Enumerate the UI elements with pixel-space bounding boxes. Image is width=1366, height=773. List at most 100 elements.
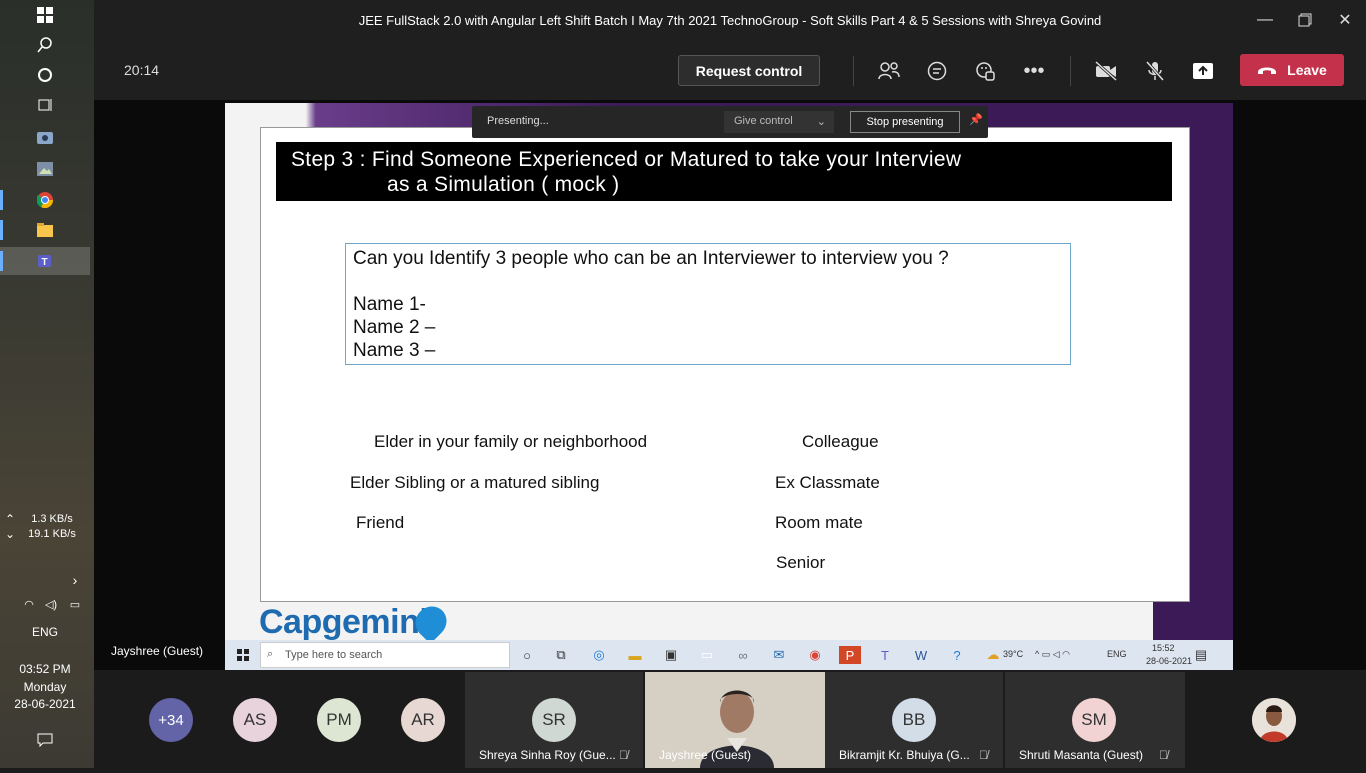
clock-time: 15:52 xyxy=(1152,643,1175,653)
chrome-icon: ◉ xyxy=(809,647,821,662)
participant-name: Jayshree (Guest) xyxy=(659,748,752,762)
windows-start-icon xyxy=(233,646,253,664)
mic-off-icon[interactable] xyxy=(1142,58,1168,84)
teams-icon[interactable]: T xyxy=(0,247,90,275)
close-button[interactable]: ✕ xyxy=(1333,8,1357,32)
clock-date: 28-06-2021 xyxy=(14,697,76,711)
mic-off-icon: 🎙̸ xyxy=(619,748,628,762)
participant-video-tile[interactable]: Jayshree (Guest) xyxy=(645,672,825,768)
maximize-button[interactable] xyxy=(1293,8,1317,32)
participant-tile[interactable]: SR Shreya Sinha Roy (Gue... 🎙̸ xyxy=(465,672,643,768)
svg-text:T: T xyxy=(41,257,47,268)
name-line: Name 1- xyxy=(353,294,426,315)
participant-tile[interactable]: SM Shruti Masanta (Guest) 🎙̸ xyxy=(1005,672,1185,768)
photos-app-icon[interactable] xyxy=(0,155,90,183)
name-line: Name 2 – xyxy=(353,317,436,338)
camera-app-icon[interactable] xyxy=(0,123,90,151)
slide: Step 3 : Find Someone Experienced or Mat… xyxy=(260,127,1190,602)
name-line: Name 3 – xyxy=(353,340,436,361)
presenting-status: Presenting... xyxy=(487,115,549,127)
avatar: SR xyxy=(532,698,576,742)
running-indicator xyxy=(0,220,3,240)
divider xyxy=(853,56,854,86)
store-icon: ▣ xyxy=(664,647,678,662)
pin-icon[interactable]: 📌 xyxy=(969,113,983,126)
notifications-icon[interactable] xyxy=(0,726,90,754)
option-left: Friend xyxy=(356,513,405,532)
download-speed: 19.1 KB/s xyxy=(28,528,76,540)
capgemini-logo: Capgemini xyxy=(259,603,429,641)
request-control-button[interactable]: Request control xyxy=(678,55,820,86)
battery-icon[interactable]: ▭ xyxy=(66,590,84,618)
avatar: BB xyxy=(892,698,936,742)
option-left: Elder in your family or neighborhood xyxy=(374,432,648,451)
reactions-icon[interactable] xyxy=(972,58,998,84)
participant-tile[interactable]: BB Bikramjit Kr. Bhuiya (G... 🎙̸ xyxy=(825,672,1003,768)
option-right: Senior xyxy=(776,553,826,572)
search-box: ⌕ Type here to search xyxy=(260,642,510,668)
clock-time[interactable]: 03:52 PM xyxy=(0,662,90,676)
task-view-icon[interactable] xyxy=(0,91,90,119)
avatar: SM xyxy=(1072,698,1116,742)
divider xyxy=(1070,56,1071,86)
avatar[interactable]: AS xyxy=(233,698,277,742)
notifications-icon: ▤ xyxy=(1194,647,1208,662)
teams-icon: T xyxy=(881,647,889,663)
slide-header: Step 3 : Find Someone Experienced or Mat… xyxy=(276,142,1172,201)
language-indicator[interactable]: ENG xyxy=(0,625,90,639)
edge-icon: ◎ xyxy=(593,647,605,662)
search-icon[interactable] xyxy=(0,31,90,59)
give-control-dropdown[interactable]: Give control ⌄ xyxy=(724,111,834,133)
shared-screen-stage: e Step 3 : Find Someone Experienced or M… xyxy=(94,100,1366,671)
temperature: 39°C xyxy=(1003,649,1024,659)
presenter-name: Jayshree (Guest) xyxy=(111,644,204,658)
participant-name: Shruti Masanta (Guest) xyxy=(1019,748,1144,762)
option-left: Elder Sibling or a matured sibling xyxy=(350,473,600,492)
share-screen-icon[interactable] xyxy=(1190,58,1216,84)
participant-name: Bikramjit Kr. Bhuiya (G... xyxy=(839,748,970,762)
presenting-banner: Presenting... Give control ⌄ Stop presen… xyxy=(472,106,988,138)
cortana-icon: ○ xyxy=(523,647,531,663)
help-icon: ? xyxy=(953,647,961,663)
chevron-down-icon: ⌄ xyxy=(816,116,826,128)
weather-icon: ☁ xyxy=(986,647,1000,662)
avatar[interactable]: AR xyxy=(401,698,445,742)
windows-taskbar: T ⌃ ⌄ 1.3 KB/s 19.1 KB/s › ◠ ◁) ▭ ENG 03… xyxy=(0,0,94,768)
participant-name: Shreya Sinha Roy (Gue... xyxy=(479,748,616,762)
search-icon: ⌕ xyxy=(267,648,274,660)
window-title: JEE FullStack 2.0 with Angular Left Shif… xyxy=(358,12,1102,28)
question-text: Can you Identify 3 people who can be an … xyxy=(353,248,949,269)
leave-button[interactable]: Leave xyxy=(1240,54,1344,86)
file-explorer-icon[interactable] xyxy=(0,216,90,244)
chat-icon[interactable] xyxy=(924,58,950,84)
title-bar: JEE FullStack 2.0 with Angular Left Shif… xyxy=(94,0,1366,40)
slide-header-line1: Step 3 : Find Someone Experienced or Mat… xyxy=(291,148,962,171)
participants-strip: +34 AS PM AR SR Shreya Sinha Roy (Gue...… xyxy=(94,670,1366,768)
volume-icon[interactable]: ◁) xyxy=(42,590,60,618)
minimize-button[interactable]: — xyxy=(1253,8,1277,32)
stop-presenting-button[interactable]: Stop presenting xyxy=(850,111,960,133)
running-indicator xyxy=(0,251,3,271)
shared-taskbar: ⌕ Type here to search ○ ⧉ ◎ ▬ ▣ ▭ ∞ ✉ ◉ … xyxy=(225,640,1233,670)
running-indicator xyxy=(0,190,3,210)
app-icon: ▭ xyxy=(700,647,714,662)
powerpoint-icon: P xyxy=(839,646,861,664)
chrome-icon[interactable] xyxy=(0,186,90,214)
more-options-icon[interactable]: ••• xyxy=(1021,58,1047,84)
meeting-toolbar: 20:14 Request control ••• Leave xyxy=(94,40,1366,100)
avatar[interactable]: PM xyxy=(317,698,361,742)
self-avatar[interactable] xyxy=(1252,698,1296,742)
upload-speed: 1.3 KB/s xyxy=(31,513,73,525)
option-right: Ex Classmate xyxy=(775,473,880,492)
task-view-icon: ⧉ xyxy=(556,647,566,662)
windows-start-icon[interactable] xyxy=(0,1,90,29)
camera-off-icon[interactable] xyxy=(1093,58,1119,84)
more-participants-button[interactable]: +34 xyxy=(149,698,193,742)
mic-off-icon: 🎙̸ xyxy=(1159,748,1168,762)
cortana-icon[interactable] xyxy=(0,61,90,89)
participants-icon[interactable] xyxy=(876,58,902,84)
wifi-icon[interactable]: ◠ xyxy=(20,590,38,618)
slide-header-line2: as a Simulation ( mock ) xyxy=(387,173,620,196)
search-placeholder: Type here to search xyxy=(285,649,383,661)
word-icon: W xyxy=(914,647,928,663)
